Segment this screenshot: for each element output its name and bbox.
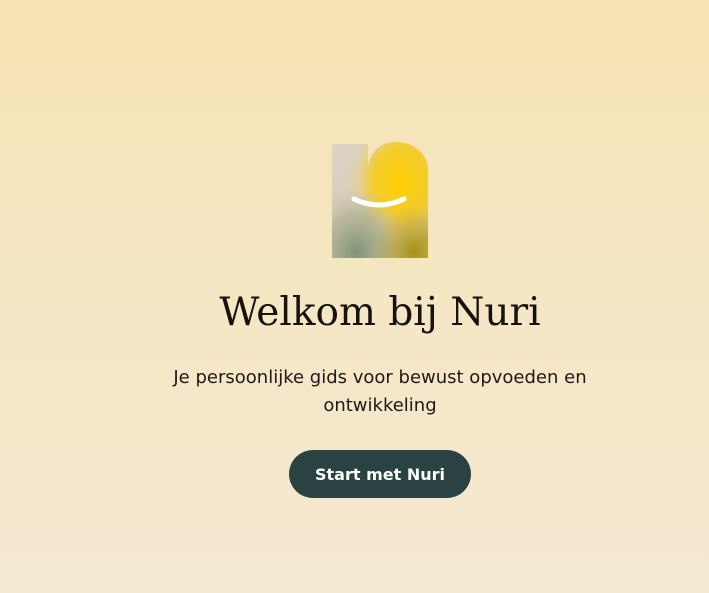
start-button[interactable]: Start met Nuri	[289, 450, 471, 498]
page-title: Welkom bij Nuri	[219, 290, 541, 335]
welcome-screen: Welkom bij Nuri Je persoonlijke gids voo…	[0, 0, 709, 593]
page-subtitle: Je persoonlijke gids voor bewust opvoede…	[173, 367, 587, 416]
nuri-logo-icon	[332, 140, 428, 258]
